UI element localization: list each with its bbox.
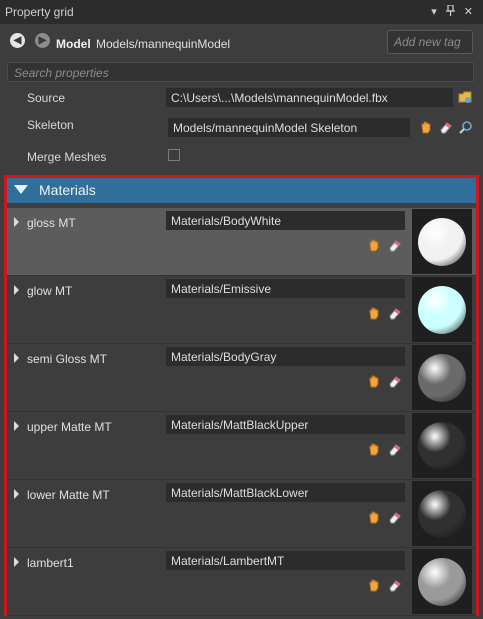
material-reference-field[interactable]: Materials/MattBlackUpper — [166, 415, 405, 434]
pin-icon[interactable] — [445, 4, 455, 19]
material-row[interactable]: lambert1 Materials/LambertMT — [7, 548, 476, 616]
material-preview — [412, 209, 472, 274]
material-row[interactable]: gloss MT Materials/BodyWhite — [7, 208, 476, 276]
material-slot-name: glow MT — [27, 284, 73, 298]
hand-icon[interactable] — [367, 306, 381, 320]
material-row[interactable]: semi Gloss MT Materials/BodyGray — [7, 344, 476, 412]
material-reference-field[interactable]: Materials/Emissive — [166, 279, 405, 298]
materials-header[interactable]: Materials — [7, 178, 476, 203]
material-preview — [412, 277, 472, 342]
material-preview-sphere — [418, 421, 466, 470]
model-toolbar: ◀ ▶ Model Models/mannequinModel Add new … — [0, 24, 483, 62]
material-preview — [412, 549, 472, 614]
hand-icon[interactable] — [367, 374, 381, 388]
titlebar-controls: ▾ ✕ — [431, 4, 473, 19]
forward-button[interactable]: ▶ — [35, 33, 50, 48]
dropdown-icon[interactable]: ▾ — [431, 5, 437, 19]
material-reference-field[interactable]: Materials/MattBlackLower — [166, 483, 405, 502]
material-preview-sphere — [418, 489, 466, 538]
skeleton-label: Skeleton — [27, 118, 74, 132]
material-slot-name: upper Matte MT — [27, 420, 112, 434]
close-icon[interactable]: ✕ — [464, 5, 473, 19]
arrow-right-icon: ▶ — [38, 35, 47, 46]
panel-title: Property grid — [5, 5, 74, 19]
expand-arrow-icon[interactable] — [14, 557, 19, 567]
material-slot-name: semi Gloss MT — [27, 352, 108, 366]
arrow-left-icon: ◀ — [13, 35, 22, 46]
material-slot-name: lower Matte MT — [27, 488, 110, 502]
find-asset-icon[interactable] — [459, 120, 473, 134]
material-preview-sphere — [418, 353, 466, 402]
material-reference-field[interactable]: Materials/BodyGray — [166, 347, 405, 366]
back-button[interactable]: ◀ — [10, 33, 25, 48]
folder-icon[interactable] — [458, 90, 472, 104]
merge-meshes-checkbox[interactable] — [168, 149, 180, 161]
eraser-icon[interactable] — [388, 306, 402, 320]
add-tag-input[interactable]: Add new tag — [387, 30, 473, 54]
hand-icon[interactable] — [367, 442, 381, 456]
materials-section: Materials gloss MT Materials/BodyWhite glo… — [4, 175, 479, 616]
expand-arrow-icon[interactable] — [14, 489, 19, 499]
material-row[interactable]: lower Matte MT Materials/MattBlackLower — [7, 480, 476, 548]
panel-titlebar: Property grid ▾ ✕ — [0, 0, 483, 24]
eraser-icon[interactable] — [439, 120, 453, 134]
expand-arrow-icon[interactable] — [14, 217, 19, 227]
material-reference-field[interactable]: Materials/BodyWhite — [166, 211, 405, 230]
source-field[interactable]: C:\Users\...\Models\mannequinModel.fbx — [166, 88, 453, 107]
source-label: Source — [27, 91, 66, 105]
eraser-icon[interactable] — [388, 238, 402, 252]
hand-icon[interactable] — [367, 578, 381, 592]
skeleton-field[interactable]: Models/mannequinModel Skeleton — [168, 118, 410, 137]
material-preview-sphere — [418, 557, 466, 606]
material-row[interactable]: upper Matte MT Materials/MattBlackUpper — [7, 412, 476, 480]
expand-arrow-icon[interactable] — [14, 285, 19, 295]
hand-icon[interactable] — [367, 510, 381, 524]
asset-path: Models/mannequinModel — [96, 37, 231, 51]
materials-title: Materials — [39, 182, 96, 198]
material-slot-name: lambert1 — [27, 556, 74, 570]
material-slot-name: gloss MT — [27, 216, 76, 230]
hand-icon[interactable] — [419, 120, 433, 134]
material-preview — [412, 481, 472, 546]
material-preview — [412, 345, 472, 410]
eraser-icon[interactable] — [388, 578, 402, 592]
expand-arrow-icon[interactable] — [14, 421, 19, 431]
collapse-arrow-icon — [14, 185, 28, 194]
search-properties-input[interactable]: Search properties — [7, 62, 474, 82]
material-row[interactable]: glow MT Materials/Emissive — [7, 276, 476, 344]
merge-meshes-label: Merge Meshes — [27, 150, 107, 164]
expand-arrow-icon[interactable] — [14, 353, 19, 363]
material-preview-sphere — [418, 285, 466, 334]
material-preview — [412, 413, 472, 478]
asset-type-label: Model — [56, 37, 91, 51]
material-reference-field[interactable]: Materials/LambertMT — [166, 551, 405, 570]
material-preview-sphere — [418, 217, 466, 266]
eraser-icon[interactable] — [388, 510, 402, 524]
eraser-icon[interactable] — [388, 442, 402, 456]
hand-icon[interactable] — [367, 238, 381, 252]
eraser-icon[interactable] — [388, 374, 402, 388]
